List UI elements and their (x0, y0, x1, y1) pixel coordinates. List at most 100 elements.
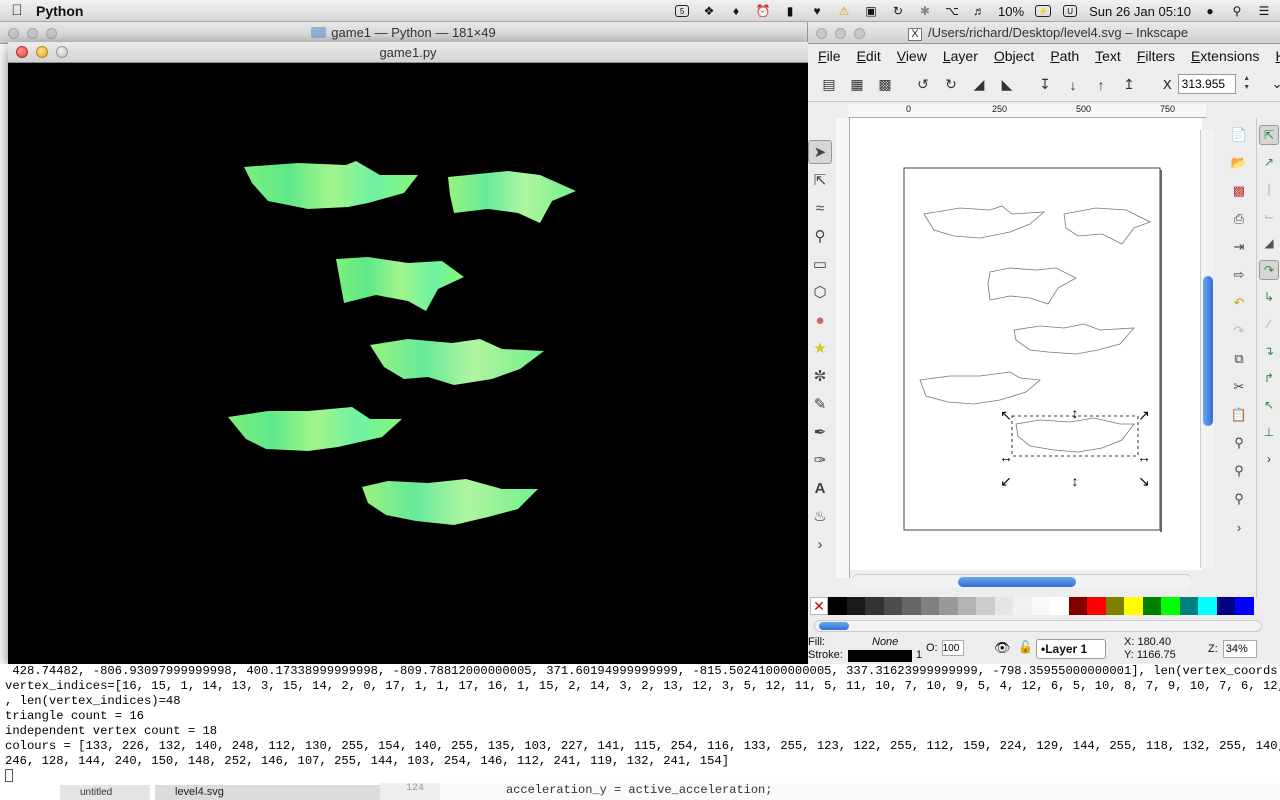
ellipse-tool-icon[interactable]: ● (808, 308, 832, 332)
duplicate-icon[interactable]: ⧉ (1228, 348, 1250, 370)
terminal-close-button[interactable] (8, 28, 19, 39)
color-swatch[interactable] (976, 597, 995, 615)
no-paint-swatch[interactable]: ✕ (810, 597, 828, 615)
menu-file[interactable]: File (810, 48, 849, 64)
node-tool-icon[interactable]: ⇱ (808, 168, 832, 192)
layer-visibility-eye-icon[interactable]: 👁 (994, 640, 1011, 656)
stroke-width[interactable]: 1 (916, 649, 922, 661)
zoom-tool-icon[interactable]: ⚲ (808, 224, 832, 248)
horizontal-scroll-thumb[interactable] (958, 577, 1076, 587)
snap-nodes-icon[interactable]: ◢ (1259, 233, 1279, 253)
flip-vertical-icon[interactable]: ◣ (996, 74, 1018, 96)
battery-percent[interactable]: 10% (998, 4, 1024, 19)
color-swatch[interactable] (1105, 597, 1124, 615)
color-swatch[interactable] (865, 597, 884, 615)
terminal-title-bar[interactable]: game1 — Python — 181×49 (0, 22, 807, 44)
undo-icon[interactable]: ↶ (1228, 292, 1250, 314)
snap-rotation-center-icon[interactable]: ↖ (1259, 395, 1279, 415)
palette-scroll-thumb[interactable] (819, 622, 849, 630)
canvas-vertical-scrollbar[interactable] (1200, 130, 1214, 568)
toolbar-overflow-chevron-icon[interactable]: ⌄ (1272, 76, 1280, 92)
menu-extensions[interactable]: Extensions (1183, 48, 1268, 64)
rectangle-tool-icon[interactable]: ▭ (808, 252, 832, 276)
snap-bbox-corner-icon[interactable]: ⌙ (1259, 206, 1279, 226)
color-swatch[interactable] (1142, 597, 1161, 615)
paste-icon[interactable]: 📋 (1228, 404, 1250, 426)
snap-toggle-icon[interactable]: ⇱ (1259, 125, 1279, 145)
bookmark-icon[interactable]: ▮ (782, 4, 798, 18)
menu-edit[interactable]: Edit (849, 48, 889, 64)
color-swatch[interactable] (1198, 597, 1217, 615)
text-tool-icon[interactable]: A (808, 476, 832, 500)
resize-handle-s-icon[interactable]: ↕ (1072, 473, 1079, 489)
terminal-output[interactable]: 428.74482, -806.93097999999998, 400.1733… (0, 664, 1280, 800)
color-swatch[interactable] (902, 597, 921, 615)
time-machine-icon[interactable]: ↻ (890, 4, 906, 18)
alarm-clock-icon[interactable]: ⏰ (755, 4, 771, 18)
color-swatch[interactable] (957, 597, 976, 615)
spray-tool-icon[interactable]: ♨ (808, 504, 832, 528)
flip-horizontal-icon[interactable]: ◢ (968, 74, 990, 96)
color-swatch[interactable] (1087, 597, 1106, 615)
resize-handle-n-icon[interactable]: ↕ (1072, 405, 1079, 421)
inkscape-close-button[interactable] (816, 28, 827, 39)
raise-to-top-icon[interactable]: ↥ (1118, 74, 1140, 96)
apple-menu-icon[interactable]:  (0, 2, 34, 19)
vertical-ruler[interactable] (836, 118, 850, 578)
x-input[interactable] (1177, 74, 1236, 94)
color-swatch[interactable] (1050, 597, 1069, 615)
dropbox-icon[interactable]: ❖ (701, 4, 717, 18)
pen-tool-icon[interactable]: ✒ (808, 420, 832, 444)
warning-icon[interactable]: ⚠ (836, 4, 852, 18)
fill-value[interactable]: None (872, 636, 898, 648)
resize-handle-ne-icon[interactable]: ↗ (1138, 407, 1150, 423)
rotate-cw-icon[interactable]: ↻ (940, 74, 962, 96)
terminal-minimize-button[interactable] (27, 28, 38, 39)
spotlight-search-icon[interactable]: ⚲ (1229, 4, 1245, 18)
commands-more-chevron-icon[interactable]: › (1228, 516, 1250, 538)
opacity-input[interactable] (941, 640, 964, 656)
lower-to-bottom-icon[interactable]: ↧ (1034, 74, 1056, 96)
zoom-selection-icon[interactable]: ⚲ (1228, 432, 1250, 454)
snap-bbox-icon[interactable]: ↗ (1259, 152, 1279, 172)
horizontal-ruler[interactable]: 0 250 500 750 (848, 104, 1206, 118)
new-document-icon[interactable]: 📄 (1228, 124, 1250, 146)
import-icon[interactable]: ⇥ (1228, 236, 1250, 258)
menu-view[interactable]: View (889, 48, 935, 64)
palette-scrollbar[interactable] (814, 620, 1262, 632)
star-tool-icon[interactable]: ★ (808, 336, 832, 360)
tweak-tool-icon[interactable]: ≈ (808, 196, 832, 220)
editor-tab-untitled[interactable]: untitled (60, 785, 150, 800)
resize-handle-se-icon[interactable]: ↘ (1138, 473, 1150, 489)
color-swatch[interactable] (939, 597, 958, 615)
inkscape-minimize-button[interactable] (835, 28, 846, 39)
spiral-tool-icon[interactable]: ✼ (808, 364, 832, 388)
snap-bbox-edge-icon[interactable]: ∣ (1259, 179, 1279, 199)
input-source-icon[interactable]: U (1062, 4, 1078, 18)
save-document-icon[interactable]: ▩ (1228, 180, 1250, 202)
inkscape-title-bar[interactable]: X/Users/richard/Desktop/level4.svg – Ink… (808, 22, 1280, 44)
game-zoom-button[interactable] (56, 46, 68, 58)
rotate-ccw-icon[interactable]: ↺ (912, 74, 934, 96)
color-swatch[interactable] (920, 597, 939, 615)
current-layer-select[interactable]: •Layer 1 (1036, 639, 1107, 659)
open-document-icon[interactable]: 📂 (1228, 152, 1250, 174)
color-swatch[interactable] (883, 597, 902, 615)
calligraphy-tool-icon[interactable]: ✑ (808, 448, 832, 472)
wifi-icon[interactable]: ⌥ (944, 4, 960, 18)
vertical-scroll-thumb[interactable] (1203, 276, 1213, 426)
pencil-tool-icon[interactable]: ✎ (808, 392, 832, 416)
snap-page-border-icon[interactable]: ⊥ (1259, 422, 1279, 442)
color-swatch[interactable] (994, 597, 1013, 615)
color-swatch[interactable] (828, 597, 847, 615)
color-swatch[interactable] (1179, 597, 1198, 615)
menu-path[interactable]: Path (1042, 48, 1087, 64)
color-swatch[interactable] (1124, 597, 1143, 615)
resize-handle-sw-icon[interactable]: ↙ (1000, 473, 1012, 489)
clock[interactable]: Sun 26 Jan 05:10 (1089, 4, 1191, 19)
layer-lock-icon[interactable]: 🔓 (1018, 640, 1033, 654)
zoom-drawing-icon[interactable]: ⚲ (1228, 460, 1250, 482)
color-swatch[interactable] (1031, 597, 1050, 615)
heart-icon[interactable]: ♥ (809, 4, 825, 18)
game-close-button[interactable] (16, 46, 28, 58)
